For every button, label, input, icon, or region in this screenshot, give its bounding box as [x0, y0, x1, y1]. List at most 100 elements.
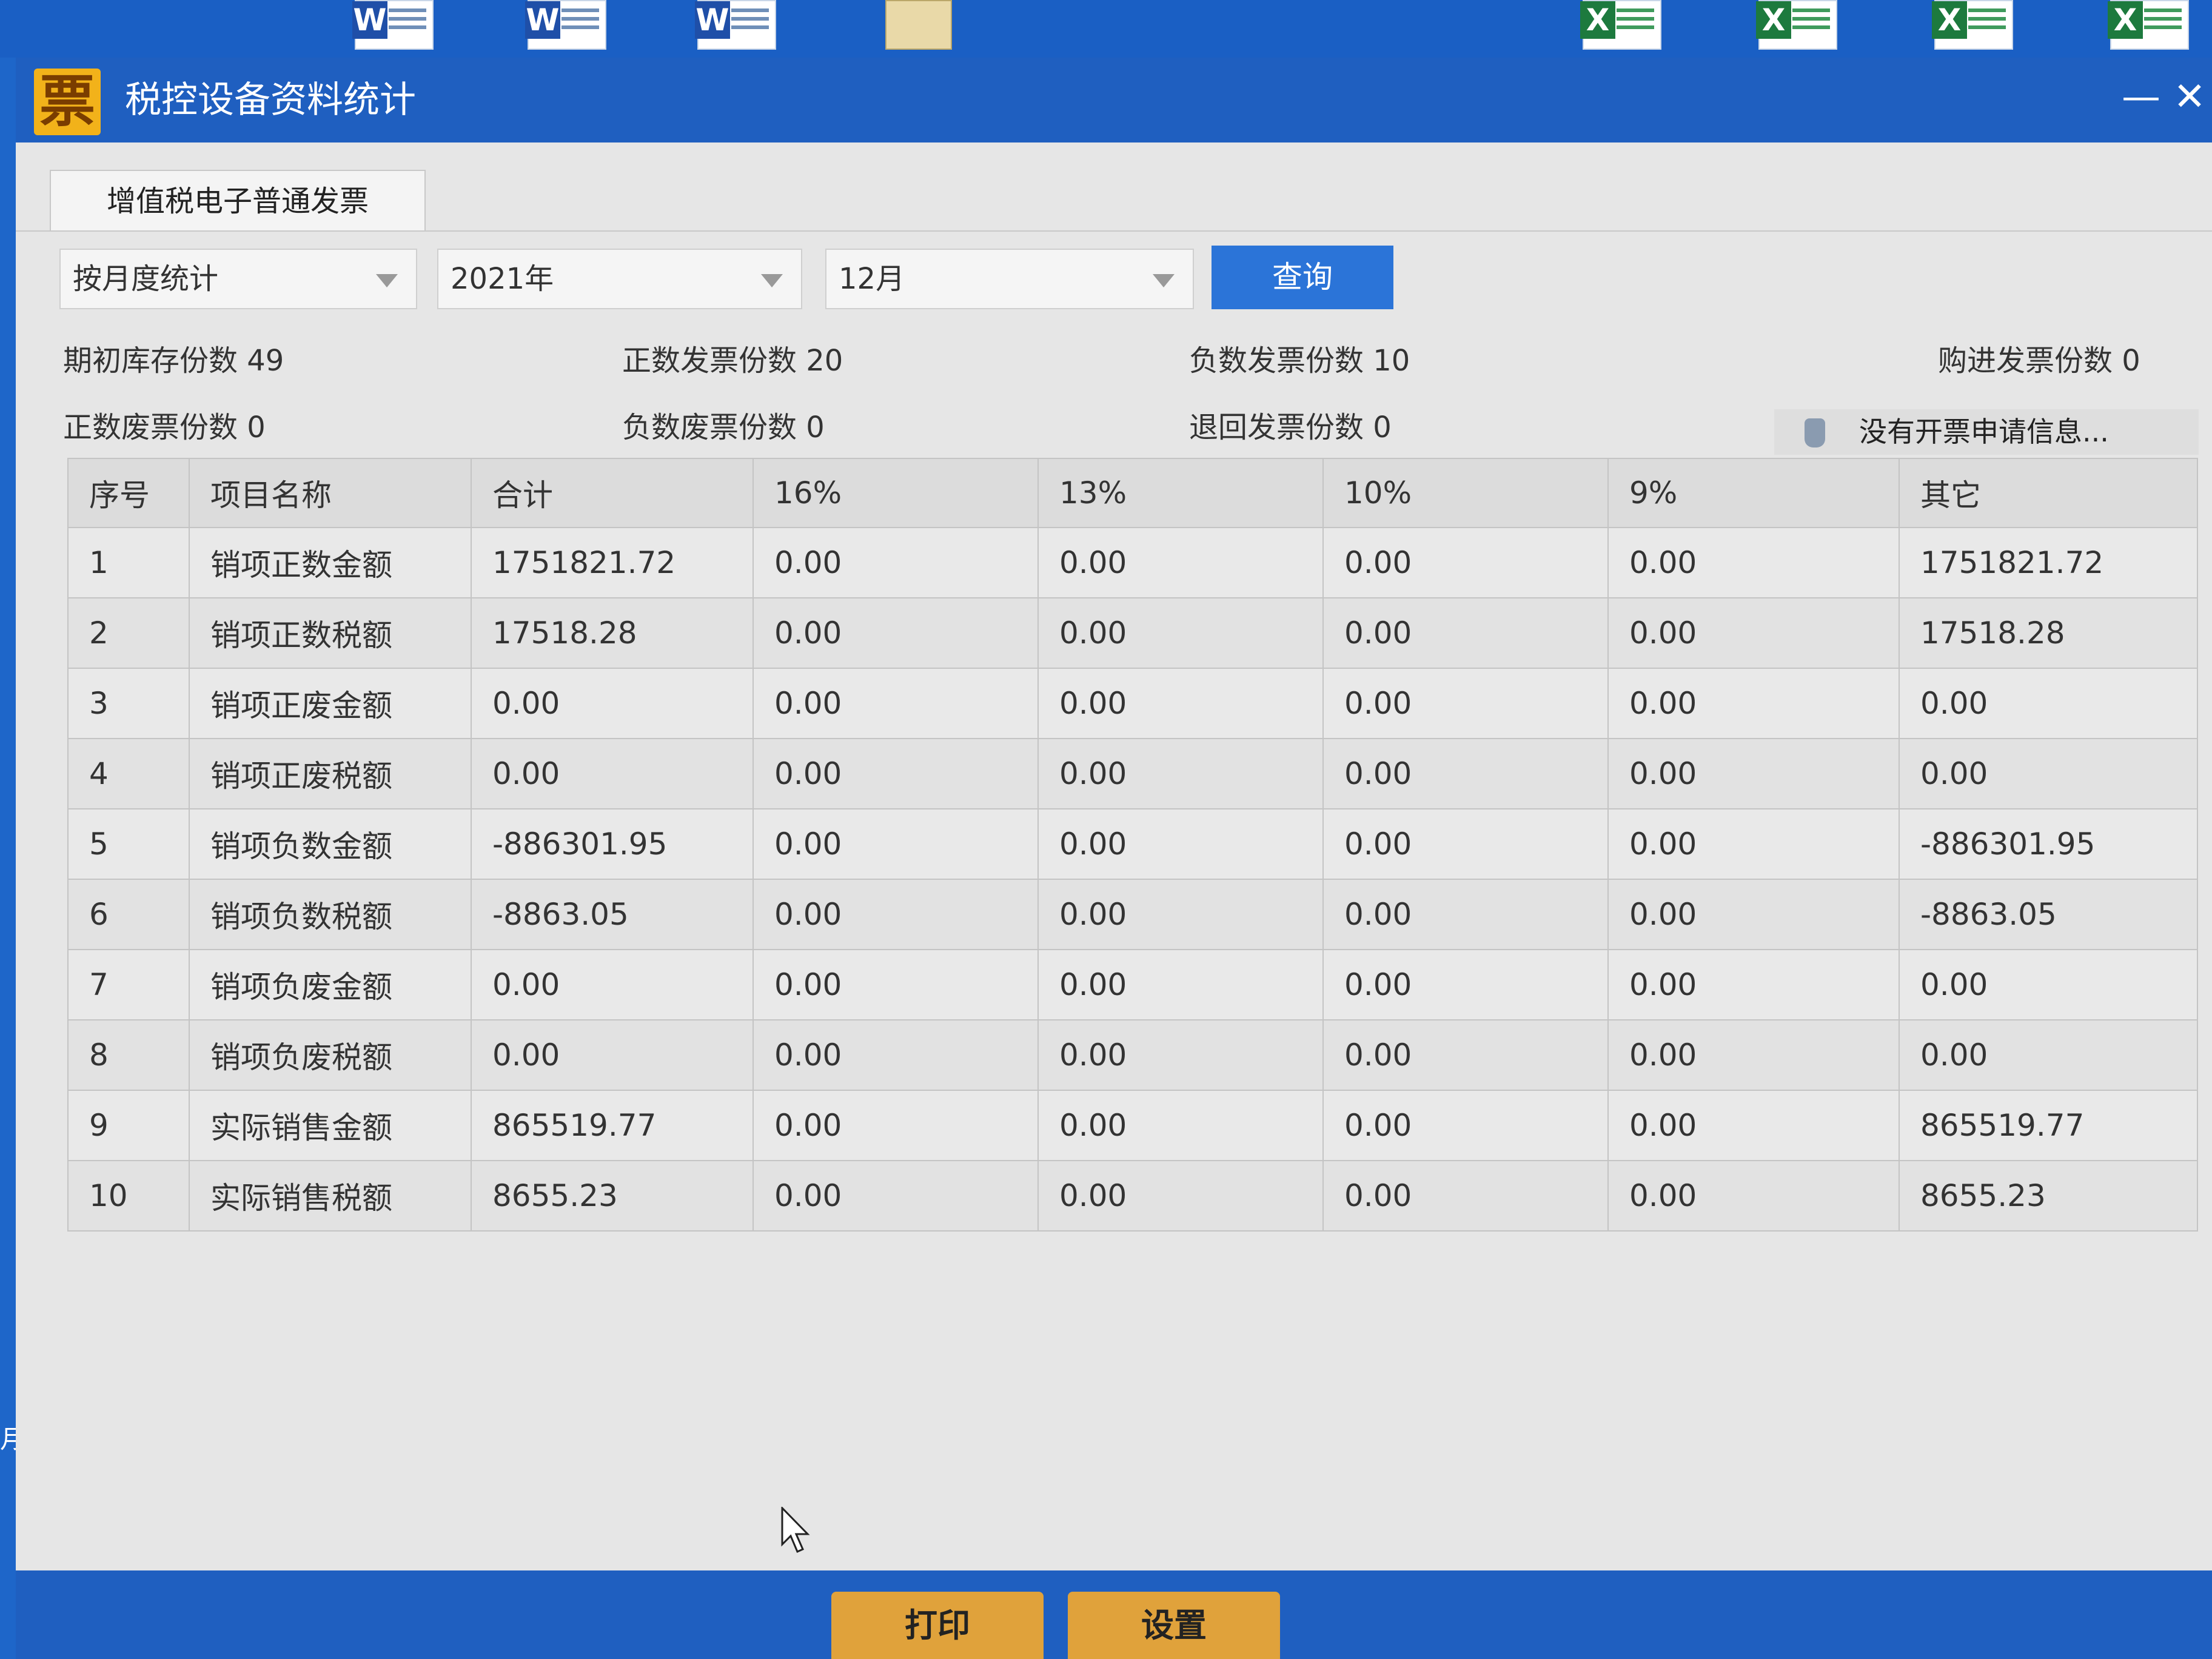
- table-cell: 7: [67, 949, 190, 1021]
- invoice-application-notice[interactable]: 没有开票申请信息...: [1774, 409, 2199, 455]
- invoice-app-logo-icon: 票: [34, 69, 101, 135]
- table-cell: 销项负废金额: [189, 949, 472, 1021]
- table-cell: 0.00: [1607, 668, 1900, 739]
- window-client-area: 增值税电子普通发票 按月度统计 2021年 12月 查询 期初库存份数 49 正…: [16, 142, 2212, 1570]
- table-row[interactable]: 5 销项负数金额 -886301.95 0.00 0.00 0.00 0.00 -886301…: [67, 808, 2198, 880]
- chevron-down-icon: [1153, 274, 1175, 287]
- excel-file-icon[interactable]: X: [2108, 0, 2189, 50]
- year-value: 2021年: [451, 262, 554, 296]
- table-row[interactable]: 1 销项正数金额 1751821.72 0.00 0.00 0.00 0.00 1751821…: [67, 527, 2198, 598]
- bottom-action-bar: 打印 设置: [16, 1570, 2212, 1659]
- column-header[interactable]: 其它: [1899, 458, 2198, 528]
- table-cell: 8: [67, 1019, 190, 1091]
- table-cell: 销项负数金额: [189, 808, 472, 880]
- table-cell: 销项正数税额: [189, 597, 472, 669]
- table-cell: 0.00: [1607, 738, 1900, 809]
- table-cell: 1: [67, 527, 190, 598]
- query-button[interactable]: 查询: [1212, 246, 1393, 309]
- table-cell: 0.00: [1607, 1160, 1900, 1232]
- table-row[interactable]: 10 实际销售税额 8655.23 0.00 0.00 0.00 0.00 8655.23: [67, 1160, 2198, 1232]
- table-row[interactable]: 2 销项正数税额 17518.28 0.00 0.00 0.00 0.00 17518.28: [67, 597, 2198, 669]
- table-cell: 0.00: [1607, 808, 1900, 880]
- tab-electronic-invoice[interactable]: 增值税电子普通发票: [50, 170, 426, 230]
- positive-void-stat: 正数废票份数 0: [63, 411, 266, 444]
- table-cell: 销项正数金额: [189, 527, 472, 598]
- table-cell: 3: [67, 668, 190, 739]
- column-header[interactable]: 9%: [1607, 458, 1900, 528]
- word-file-icon[interactable]: W: [525, 0, 606, 50]
- table-cell: 8655.23: [471, 1160, 754, 1232]
- year-select[interactable]: 2021年: [437, 249, 802, 309]
- table-row[interactable]: 3 销项正废金额 0.00 0.00 0.00 0.00 0.00 0.00: [67, 668, 2198, 739]
- notice-text: 没有开票申请信息...: [1859, 415, 2109, 448]
- excel-file-icon[interactable]: X: [1580, 0, 1661, 50]
- settings-button[interactable]: 设置: [1068, 1592, 1280, 1659]
- table-cell: 0.00: [752, 949, 1039, 1021]
- word-file-icon[interactable]: W: [695, 0, 776, 50]
- app-window: 票 税控设备资料统计 — ✕ 增值税电子普通发票 按月度统计 2021年 12月…: [16, 58, 2212, 1659]
- column-header[interactable]: 13%: [1037, 458, 1324, 528]
- table-row[interactable]: 7 销项负废金额 0.00 0.00 0.00 0.00 0.00 0.00: [67, 949, 2198, 1021]
- document-file-icon[interactable]: [885, 0, 952, 50]
- table-cell: 9: [67, 1090, 190, 1161]
- chevron-down-icon: [761, 274, 783, 287]
- table-cell: 0.00: [752, 808, 1039, 880]
- table-cell: 0.00: [752, 668, 1039, 739]
- negative-void-stat: 负数废票份数 0: [622, 411, 825, 444]
- minimize-icon[interactable]: —: [2120, 76, 2162, 118]
- table-cell: 0.00: [1322, 1090, 1609, 1161]
- positive-invoices-stat: 正数发票份数 20: [622, 344, 843, 378]
- window-title: 税控设备资料统计: [125, 79, 416, 121]
- title-bar[interactable]: 票 税控设备资料统计 — ✕: [16, 58, 2212, 142]
- column-header[interactable]: 10%: [1322, 458, 1609, 528]
- table-row[interactable]: 8 销项负废税额 0.00 0.00 0.00 0.00 0.00 0.00: [67, 1019, 2198, 1091]
- table-cell: -886301.95: [1899, 808, 2198, 880]
- table-cell: 0.00: [1322, 527, 1609, 598]
- table-cell: 0.00: [752, 1019, 1039, 1091]
- table-cell: 销项负数税额: [189, 879, 472, 950]
- table-cell: 0.00: [1322, 1019, 1609, 1091]
- table-row[interactable]: 4 销项正废税额 0.00 0.00 0.00 0.00 0.00 0.00: [67, 738, 2198, 809]
- stat-mode-value: 按月度统计: [73, 262, 219, 296]
- excel-file-icon[interactable]: X: [1932, 0, 2013, 50]
- print-button[interactable]: 打印: [831, 1592, 1044, 1659]
- table-row[interactable]: 9 实际销售金额 865519.77 0.00 0.00 0.00 0.00 865519.7…: [67, 1090, 2198, 1161]
- word-file-icon[interactable]: W: [352, 0, 434, 50]
- table-cell: 0.00: [752, 527, 1039, 598]
- table-cell: 5: [67, 808, 190, 880]
- table-cell: 0.00: [1899, 1019, 2198, 1091]
- table-cell: 实际销售金额: [189, 1090, 472, 1161]
- table-cell: 0.00: [1607, 949, 1900, 1021]
- tab-divider: [16, 230, 2212, 232]
- table-cell: 0.00: [1037, 1090, 1324, 1161]
- column-header[interactable]: 序号: [67, 458, 190, 528]
- column-header[interactable]: 16%: [752, 458, 1039, 528]
- table-cell: 0.00: [752, 1090, 1039, 1161]
- table-cell: 0.00: [752, 879, 1039, 950]
- table-cell: 0.00: [752, 597, 1039, 669]
- table-cell: 实际销售税额: [189, 1160, 472, 1232]
- stat-mode-select[interactable]: 按月度统计: [59, 249, 417, 309]
- column-header[interactable]: 项目名称: [189, 458, 472, 528]
- desktop-icon-strip: W W W X X X X: [0, 0, 2212, 58]
- table-cell: 1751821.72: [1899, 527, 2198, 598]
- table-cell: 0.00: [1607, 1090, 1900, 1161]
- table-cell: 0.00: [471, 738, 754, 809]
- table-cell: 0.00: [1037, 808, 1324, 880]
- table-cell: 0.00: [1899, 668, 2198, 739]
- column-header[interactable]: 合计: [471, 458, 754, 528]
- table-cell: 0.00: [1322, 949, 1609, 1021]
- excel-file-icon[interactable]: X: [1756, 0, 1837, 50]
- month-value: 12月: [839, 262, 905, 296]
- table-cell: 0.00: [752, 1160, 1039, 1232]
- table-cell: 0.00: [1322, 668, 1609, 739]
- table-cell: 0.00: [471, 949, 754, 1021]
- table-cell: 0.00: [1037, 949, 1324, 1021]
- table-row[interactable]: 6 销项负数税额 -8863.05 0.00 0.00 0.00 0.00 -8863.05: [67, 879, 2198, 950]
- table-cell: -8863.05: [1899, 879, 2198, 950]
- negative-invoices-stat: 负数发票份数 10: [1189, 344, 1410, 378]
- table-cell: 6: [67, 879, 190, 950]
- month-select[interactable]: 12月: [825, 249, 1194, 309]
- table-cell: -8863.05: [471, 879, 754, 950]
- close-icon[interactable]: ✕: [2168, 76, 2211, 118]
